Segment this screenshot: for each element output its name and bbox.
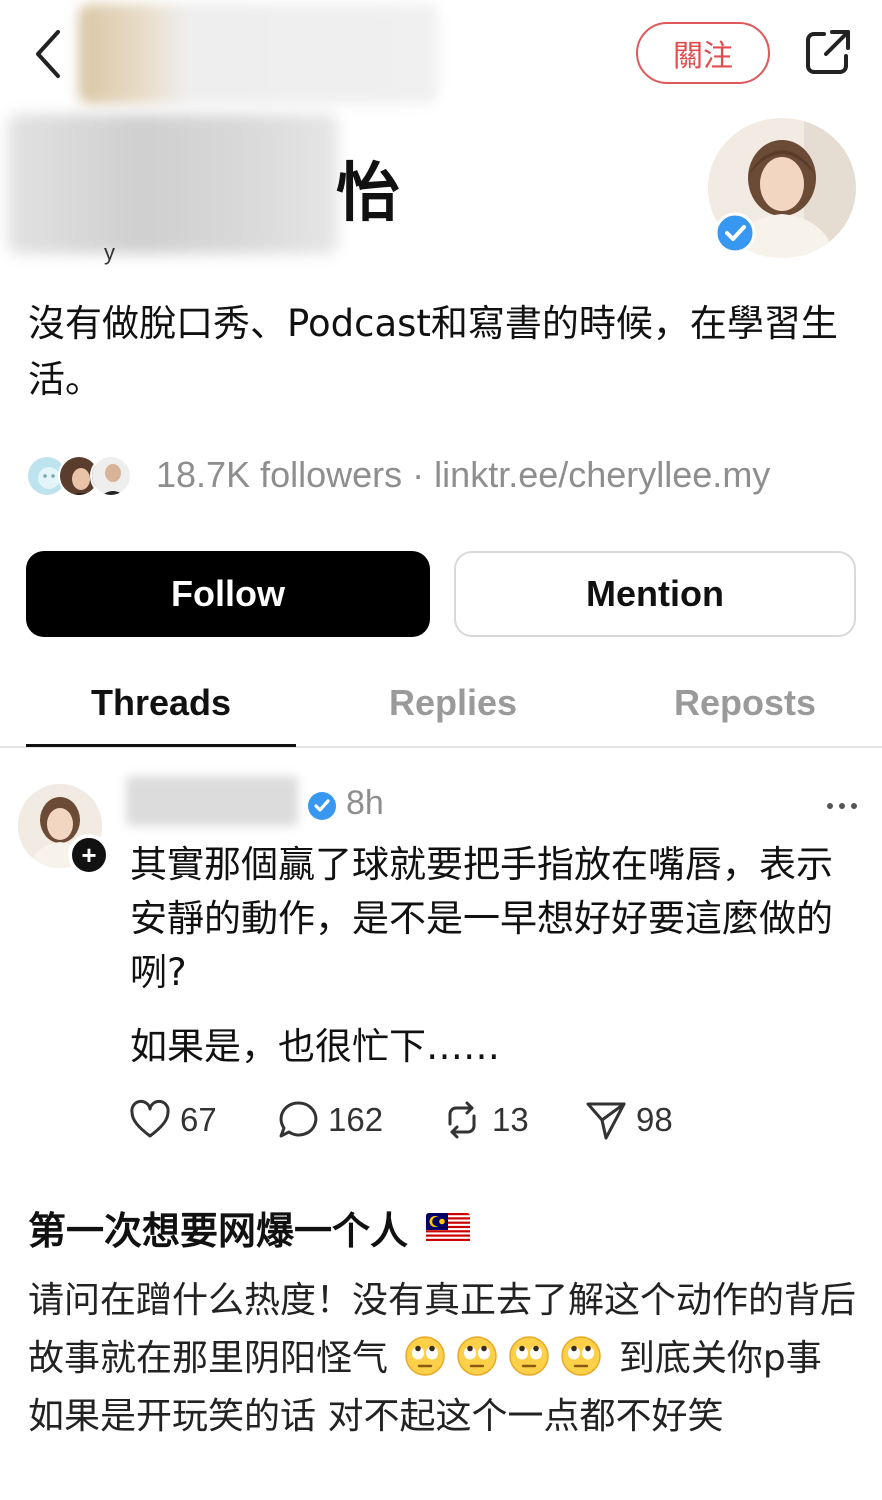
post-timestamp: 8h — [346, 784, 384, 822]
tab-replies[interactable]: Replies — [318, 682, 588, 724]
tab-reposts[interactable]: Reposts — [610, 682, 880, 724]
comment-icon — [279, 1101, 318, 1138]
profile-handle: y — [104, 240, 115, 265]
repost-button[interactable]: 13 — [440, 1096, 529, 1144]
follow-plus-icon[interactable]: + — [68, 834, 110, 876]
repost-icon — [448, 1101, 476, 1139]
eye-roll-emoji-icon — [403, 1334, 447, 1378]
meta-separator: · — [412, 454, 425, 495]
malaysia-flag-icon — [426, 1212, 471, 1243]
like-count: 67 — [180, 1101, 217, 1138]
reply-count: 162 — [328, 1101, 384, 1138]
quoted-title: 第一次想要网爆一个人 — [28, 1200, 471, 1255]
back-chevron-icon[interactable] — [28, 24, 68, 84]
follower-avatars[interactable] — [26, 451, 138, 499]
followers-meta: 18.7K followers · linktr.ee/cheryllee.my — [156, 454, 770, 496]
profile-avatar[interactable] — [708, 118, 858, 258]
blurred-header-content — [78, 4, 438, 104]
profile-bio: 沒有做脫口秀、Podcast和寫書的時候，在學習生活。 — [28, 302, 838, 401]
active-tab-indicator — [26, 744, 296, 747]
follower-avatar — [90, 455, 132, 497]
eye-roll-emoji-icon — [559, 1334, 603, 1378]
heart-icon — [130, 1099, 170, 1138]
blurred-profile-name — [8, 114, 338, 254]
verified-badge-icon — [714, 212, 756, 254]
tab-threads[interactable]: Threads — [26, 682, 296, 724]
profile-link[interactable]: linktr.ee/cheryllee.my — [434, 454, 770, 495]
followers-count[interactable]: 18.7K followers — [156, 454, 402, 495]
mention-button[interactable]: Mention — [454, 551, 856, 637]
blurred-post-author — [126, 776, 298, 826]
profile-name: 怡 — [336, 157, 400, 229]
share-count: 98 — [636, 1101, 673, 1138]
share-button[interactable]: 98 — [584, 1096, 673, 1144]
quoted-line: 如果是开玩笑的话 对不起这个一点都不好笑 — [28, 1396, 724, 1437]
like-button[interactable]: 67 — [128, 1096, 217, 1144]
follow-cn-button[interactable]: 關注 — [636, 22, 770, 84]
verified-badge-icon — [306, 790, 338, 822]
post-paragraph: 如果是，也很忙下…… — [130, 1025, 500, 1068]
follow-button[interactable]: Follow — [26, 551, 430, 637]
post-paragraph: 其實那個贏了球就要把手指放在嘴唇，表示安靜的動作，是不是一早想好好要這麼做的咧? — [130, 843, 833, 994]
reply-button[interactable]: 162 — [276, 1096, 383, 1144]
quoted-title-text: 第一次想要网爆一个人 — [28, 1209, 409, 1253]
more-options-icon[interactable] — [822, 786, 862, 826]
profile-actions: Follow Mention — [26, 551, 856, 639]
external-link-icon[interactable] — [802, 26, 854, 78]
post-text: 其實那個贏了球就要把手指放在嘴唇，表示安靜的動作，是不是一早想好好要這麼做的咧?… — [130, 838, 860, 1074]
eye-roll-emoji-icon — [507, 1334, 551, 1378]
send-icon — [586, 1102, 626, 1140]
quoted-text: 请问在蹭什么热度！没有真正去了解这个动作的背后故事就在那里阴阳怪气 到底关你p事… — [28, 1272, 864, 1446]
eye-roll-emoji-icon — [455, 1334, 499, 1378]
quoted-line-end: 到底关你p事 — [618, 1338, 822, 1379]
profile-tabs: Threads Replies Reposts — [0, 670, 882, 748]
repost-count: 13 — [492, 1101, 529, 1138]
top-bar: 關注 — [0, 0, 882, 110]
followers-row: 18.7K followers · linktr.ee/cheryllee.my — [26, 448, 770, 502]
